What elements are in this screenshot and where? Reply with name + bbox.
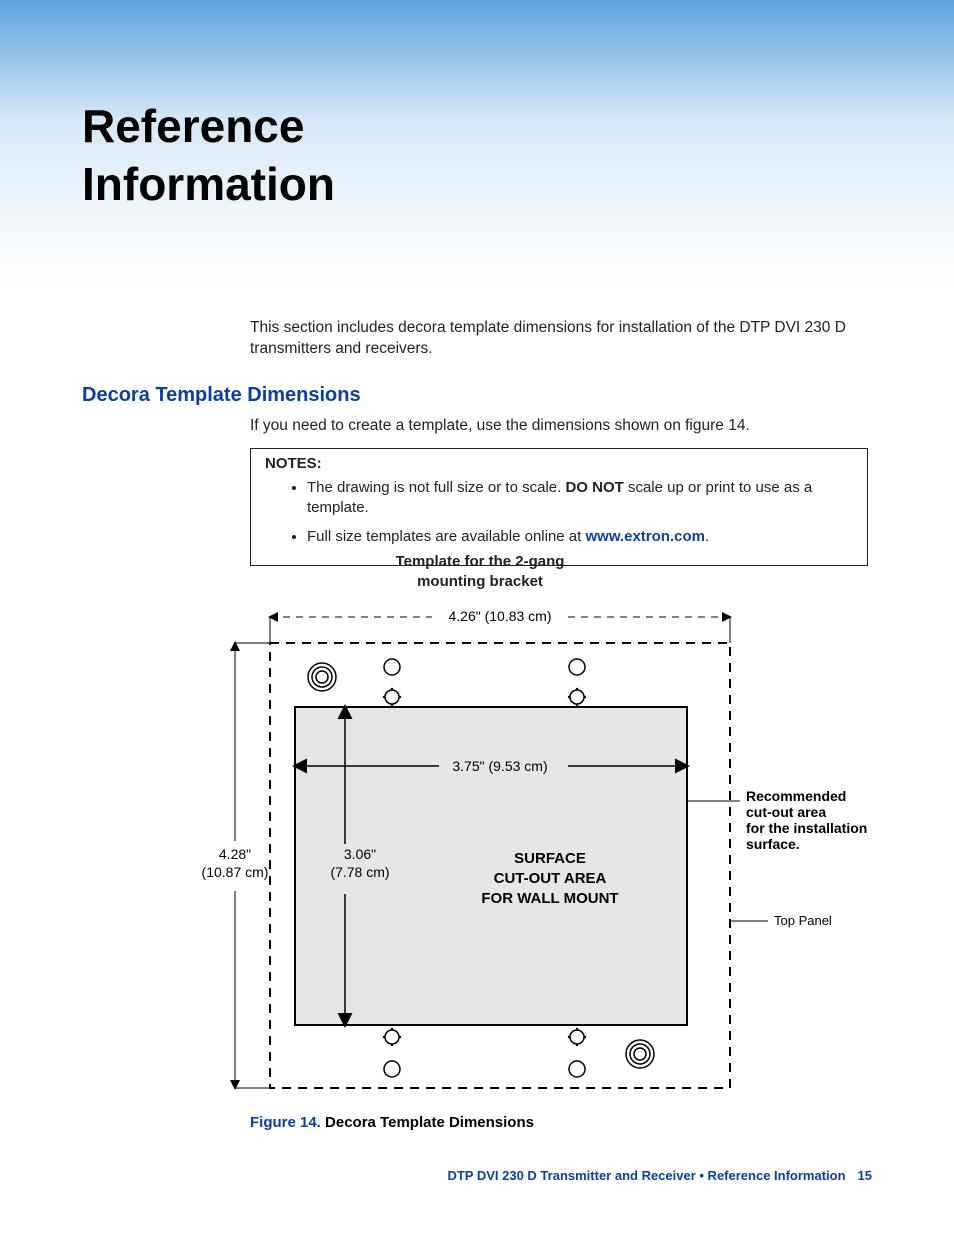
svg-text:(10.87 cm): (10.87 cm) — [202, 864, 269, 880]
page-title: Reference Information — [82, 98, 335, 213]
page-footer: DTP DVI 230 D Transmitter and Receiver •… — [447, 1168, 872, 1183]
bead-icon — [568, 1028, 586, 1046]
figure-svg: 4.26" (10.83 cm) 4.28" (10.87 cm) 3.75" … — [180, 601, 880, 1116]
figure-caption: Figure 14. Decora Template Dimensions — [250, 1114, 534, 1131]
figure-caption-label: Figure 14. — [250, 1114, 321, 1131]
hole-icon — [569, 659, 585, 675]
figure-title-line2: mounting bracket — [417, 573, 543, 590]
footer-page-number: 15 — [858, 1168, 872, 1183]
notes-item-2: Full size templates are available online… — [307, 527, 853, 547]
svg-text:Recommended: Recommended — [746, 788, 846, 804]
concentric-icon — [626, 1040, 654, 1068]
notes-item-1-bold: DO NOT — [565, 479, 623, 496]
notes-item-1: The drawing is not full size or to scale… — [307, 478, 853, 519]
notes-box: NOTES: The drawing is not full size or t… — [250, 448, 868, 566]
svg-text:(7.78 cm): (7.78 cm) — [330, 864, 389, 880]
section-intro: If you need to create a template, use th… — [250, 416, 860, 437]
dim-height-outer: 4.28" (10.87 cm) — [202, 643, 270, 1088]
notes-label: NOTES: — [265, 455, 853, 472]
figure: Template for the 2-gang mounting bracket — [180, 552, 880, 1116]
callout-top-panel: Top Panel — [730, 913, 832, 928]
footer-text: DTP DVI 230 D Transmitter and Receiver •… — [447, 1168, 845, 1183]
intro-paragraph: This section includes decora template di… — [250, 318, 860, 360]
notes-item-2-post: . — [705, 528, 709, 545]
concentric-icon — [308, 663, 336, 691]
hole-icon — [384, 659, 400, 675]
figure-caption-text: Decora Template Dimensions — [321, 1114, 534, 1131]
notes-list: The drawing is not full size or to scale… — [265, 478, 853, 547]
section-heading: Decora Template Dimensions — [82, 384, 361, 407]
hole-icon — [384, 1061, 400, 1077]
bead-icon — [383, 1028, 401, 1046]
svg-text:FOR WALL MOUNT: FOR WALL MOUNT — [481, 890, 618, 907]
svg-text:Top Panel: Top Panel — [774, 913, 832, 928]
dim-width-outer-text: 4.26" (10.83 cm) — [448, 608, 551, 624]
svg-text:4.28": 4.28" — [219, 846, 251, 862]
dim-width-outer: 4.26" (10.83 cm) — [270, 608, 730, 643]
svg-text:for the installation: for the installation — [746, 820, 867, 836]
callout-recommended: Recommended cut-out area for the install… — [687, 788, 867, 852]
svg-text:CUT-OUT AREA: CUT-OUT AREA — [494, 870, 607, 887]
title-line1: Reference — [82, 100, 304, 152]
notes-item-2-link[interactable]: www.extron.com — [585, 528, 704, 545]
svg-text:SURFACE: SURFACE — [514, 850, 586, 867]
bead-icon — [383, 688, 401, 706]
notes-item-1-pre: The drawing is not full size or to scale… — [307, 479, 565, 496]
svg-text:surface.: surface. — [746, 836, 800, 852]
figure-title: Template for the 2-gang mounting bracket — [260, 552, 700, 591]
svg-text:cut-out area: cut-out area — [746, 804, 826, 820]
notes-item-2-pre: Full size templates are available online… — [307, 528, 585, 545]
figure-title-line1: Template for the 2-gang — [396, 553, 565, 570]
title-line2: Information — [82, 158, 335, 210]
svg-text:3.06": 3.06" — [344, 846, 376, 862]
hole-icon — [569, 1061, 585, 1077]
dim-width-inner-text: 3.75" (9.53 cm) — [452, 758, 547, 774]
bead-icon — [568, 688, 586, 706]
